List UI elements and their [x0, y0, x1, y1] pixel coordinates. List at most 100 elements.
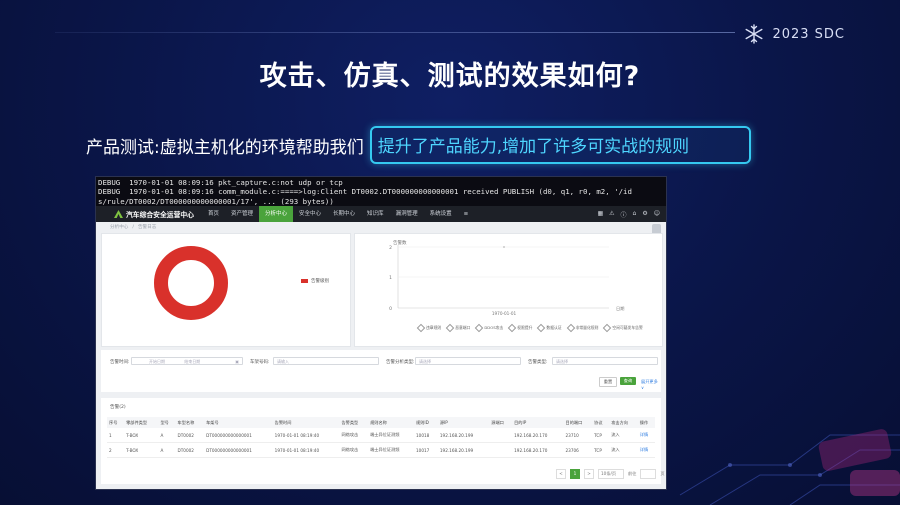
- nav-item-longterm[interactable]: 长期中心: [327, 206, 361, 222]
- table-cell: 网络攻击: [339, 428, 369, 443]
- reset-button[interactable]: 重置: [599, 377, 617, 387]
- legend-item-label: 违章规则: [426, 325, 442, 330]
- legend-item[interactable]: 数据认证: [537, 323, 562, 333]
- legend-item[interactable]: 空闲可疑发车告警: [603, 323, 643, 333]
- column-header: 攻击方向: [609, 417, 638, 428]
- table-row[interactable]: 1 T-BOX A DT0002 DT000000000000001 1970-01-01…: [107, 428, 655, 443]
- nav-item-vulns[interactable]: 漏洞管理: [390, 206, 424, 222]
- table-cell: 网络攻击: [339, 442, 369, 458]
- table-cell: 192.168.20.170: [512, 442, 564, 458]
- nav-item-settings[interactable]: 系统设置: [424, 206, 458, 222]
- donut-legend-label: 告警级别: [311, 279, 329, 284]
- table-cell: 1970-01-01 08:19:40: [272, 428, 340, 443]
- nav-item-knowledge[interactable]: 知识库: [361, 206, 390, 222]
- breadcrumb: 分析中心 / 告警日志: [110, 224, 160, 230]
- donut-chart: [154, 246, 228, 320]
- filter-panel: 告警时间: 开始日期 结束日期 ▣ 车架号码: 请输入 告警分析类型: 请选择 …: [101, 350, 661, 392]
- pagination: < 1 > 10条/页 前往 页: [556, 469, 665, 479]
- table-cell: [489, 428, 513, 443]
- table-cell: 2: [107, 442, 125, 458]
- alert-type-label: 告警类型:: [528, 360, 548, 365]
- table-cell: 23710: [563, 428, 593, 443]
- grid-icon[interactable]: ▦: [597, 210, 603, 219]
- table-cell: 10018: [413, 428, 438, 443]
- legend-item[interactable]: 恶意端口: [445, 323, 471, 333]
- legend-item-label: 空闲可疑发车告警: [612, 325, 643, 330]
- gear-icon[interactable]: ⚙: [642, 210, 647, 219]
- console-line: DEBUG 1970-01-01 08:09:16 pkt_capture.c:…: [98, 178, 343, 187]
- legend-item-label: 权限提升: [517, 325, 533, 330]
- page-size-select[interactable]: 10条/页: [598, 469, 624, 479]
- vin-label: 车架号码:: [250, 360, 270, 365]
- donut-legend[interactable]: 告警级别: [301, 278, 329, 284]
- legend-item[interactable]: 权限提升: [507, 323, 533, 333]
- home-icon[interactable]: ⌂: [633, 210, 637, 219]
- donut-ring: [154, 246, 228, 320]
- next-page-button[interactable]: >: [584, 469, 594, 479]
- breadcrumb-parent[interactable]: 分析中心: [110, 225, 128, 230]
- column-header: 车架号: [204, 417, 273, 428]
- app-logo[interactable]: 汽车综合安全运营中心: [96, 209, 202, 219]
- legend-item[interactable]: DDOS攻击: [475, 323, 504, 333]
- attack-type-label: 告警分析类型:: [386, 360, 415, 365]
- column-header: 目的IP: [512, 417, 564, 428]
- table-cell: 流入: [609, 428, 638, 443]
- line-legend: 违章规则 恶意端口 DDOS攻击 权限提升 数据认证 非常量化规则 空闲可疑发车…: [416, 323, 643, 333]
- details-link[interactable]: 详情: [637, 442, 655, 458]
- column-header: 源IP: [437, 417, 490, 428]
- search-button[interactable]: 查询: [620, 377, 636, 385]
- decorative-circuit: [679, 429, 900, 505]
- table-cell: DT000000000000001: [204, 428, 273, 443]
- alert-type-select[interactable]: 请选择: [552, 357, 658, 365]
- table-cell: A: [158, 442, 176, 458]
- end-date-placeholder: 结束日期: [184, 359, 201, 364]
- info-icon[interactable]: ⓘ: [621, 210, 627, 219]
- console-line: DEBUG 1970-01-01 08:09:16 comm_module.c:…: [98, 187, 632, 197]
- details-link[interactable]: 详情: [637, 428, 655, 443]
- prev-page-button[interactable]: <: [556, 469, 566, 479]
- table-cell: [489, 442, 513, 458]
- vin-input[interactable]: 请输入: [273, 357, 379, 365]
- date-range-input[interactable]: 开始日期 结束日期 ▣: [131, 357, 243, 365]
- page-unit-label: 页: [660, 471, 665, 476]
- app-name: 汽车综合安全运营中心: [126, 211, 194, 219]
- legend-swatch: [301, 279, 308, 283]
- table-cell: 端士异位证测频: [368, 428, 414, 443]
- table-cell: TCP: [592, 442, 610, 458]
- table-cell: DT000000000000001: [204, 442, 273, 458]
- table-cell: 10017: [413, 442, 438, 458]
- nav-item-security[interactable]: 安全中心: [293, 206, 327, 222]
- nav-item-home[interactable]: 首页: [202, 206, 225, 222]
- table-cell: 192.168.20.199: [437, 442, 490, 458]
- legend-item-label: DDOS攻击: [484, 325, 504, 330]
- attack-type-select[interactable]: 请选择: [415, 357, 521, 365]
- table-row[interactable]: 2 T-BOX A DT0002 DT000000000000001 1970-01-01…: [107, 442, 655, 458]
- header-rule: [55, 32, 735, 33]
- table-cell: 1970-01-01 08:19:40: [272, 442, 340, 458]
- user-icon[interactable]: ☺: [654, 210, 660, 219]
- alert-icon[interactable]: ⚠: [609, 210, 614, 219]
- table-header-row: 序号 零部件类型 型号 车型名称 车架号 告警时间 告警类型 规则名称 规则ID 源IP 源端口 目的…: [107, 417, 655, 428]
- y-tick-label: 0: [389, 306, 392, 312]
- goto-page-input[interactable]: [640, 469, 657, 479]
- breadcrumb-separator: /: [132, 225, 134, 230]
- column-header: 告警时间: [272, 417, 340, 428]
- nav-item-analysis[interactable]: 分析中心: [259, 206, 294, 222]
- alert-table: 序号 零部件类型 型号 车型名称 车架号 告警时间 告警类型 规则名称 规则ID 源IP 源端口 目的…: [107, 417, 655, 458]
- page-1-button[interactable]: 1: [570, 469, 580, 479]
- y-tick-label: 1: [389, 275, 392, 281]
- table-cell: 1: [107, 428, 125, 443]
- legend-item-label: 恶意端口: [455, 325, 471, 330]
- legend-item[interactable]: 非常量化规则: [566, 323, 599, 333]
- data-point[interactable]: [503, 246, 505, 248]
- menu-icon[interactable]: ≡: [458, 206, 475, 222]
- expand-filters-link[interactable]: 展开更多 ∨: [641, 379, 661, 390]
- legend-item[interactable]: 违章规则: [416, 323, 442, 333]
- nav-item-assets[interactable]: 资产管理: [225, 206, 259, 222]
- table-cell: TCP: [592, 428, 610, 443]
- column-header: 告警类型: [339, 417, 369, 428]
- column-header: 操作: [637, 417, 655, 428]
- logo-icon: [114, 210, 123, 218]
- legend-item-label: 非常量化规则: [575, 325, 599, 330]
- column-header: 协议: [592, 417, 610, 428]
